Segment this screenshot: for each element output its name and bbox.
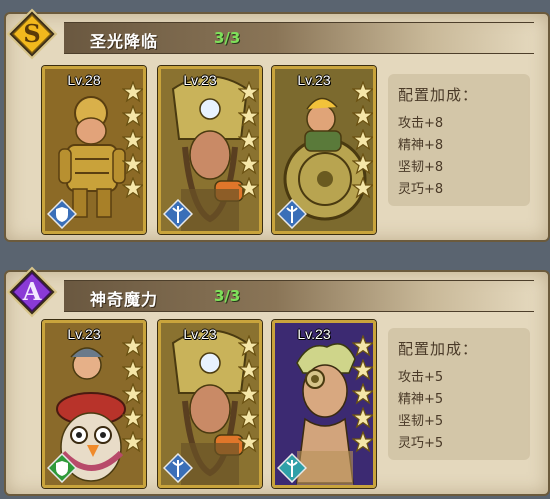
bonus-toughness: 坚韧+5 — [398, 414, 444, 429]
star-icon — [352, 177, 373, 200]
star-icon — [238, 81, 259, 104]
star-icon — [238, 407, 259, 430]
bonus-attack: 攻击+8 — [398, 116, 444, 131]
star-icon — [122, 81, 143, 104]
star-rating — [122, 335, 143, 455]
star-icon — [122, 359, 143, 382]
set-name: 神奇魔力 — [90, 290, 159, 309]
star-icon — [352, 407, 373, 430]
staff-icon — [277, 453, 307, 483]
hero-level: Lv.23 — [297, 326, 331, 342]
star-rating — [352, 335, 373, 455]
star-rating — [352, 81, 373, 201]
hero-level: Lv.23 — [183, 326, 217, 342]
star-icon — [352, 431, 373, 454]
set-bonus-box: 配置加成： 攻击+8 精神+8 坚韧+8 灵巧+8 — [388, 74, 530, 206]
set-bonus-box: 配置加成： 攻击+5 精神+5 坚韧+5 灵巧+5 — [388, 328, 530, 460]
bonus-title: 配置加成： — [398, 86, 479, 104]
star-icon — [238, 431, 259, 454]
star-icon — [238, 335, 259, 358]
bonus-toughness: 坚韧+8 — [398, 160, 444, 175]
hero-card[interactable]: Lv.23 — [42, 320, 146, 488]
star-icon — [352, 153, 373, 176]
star-rating — [238, 81, 259, 201]
star-rating — [238, 335, 259, 455]
star-icon — [122, 383, 143, 406]
star-icon — [122, 335, 143, 358]
rank-s-badge-icon: S — [6, 8, 58, 60]
hero-card[interactable]: Lv.23 — [272, 320, 376, 488]
staff-icon — [163, 453, 193, 483]
star-icon — [122, 431, 143, 454]
star-icon — [122, 105, 143, 128]
star-icon — [122, 153, 143, 176]
hero-level: Lv.23 — [183, 72, 217, 88]
star-icon — [352, 81, 373, 104]
star-icon — [238, 153, 259, 176]
set-header: 圣光降临 3/3 — [64, 22, 534, 54]
hero-card[interactable]: Lv.28 — [42, 66, 146, 234]
set-count: 3/3 — [214, 29, 241, 47]
bonus-agility: 灵巧+5 — [398, 436, 444, 451]
hero-card[interactable]: Lv.23 — [158, 320, 262, 488]
bonus-title: 配置加成： — [398, 340, 479, 358]
staff-icon — [163, 199, 193, 229]
set-header: 神奇魔力 3/3 — [64, 280, 534, 312]
star-icon — [352, 105, 373, 128]
set-panel-holy-light: 圣光降临 3/3 S Lv.28 Lv.23 Lv.23 配置加成： 攻击+8 … — [4, 8, 550, 242]
star-icon — [238, 383, 259, 406]
rank-letter: S — [23, 19, 40, 48]
shield-icon — [47, 199, 77, 229]
star-icon — [238, 129, 259, 152]
set-name: 圣光降临 — [90, 32, 159, 51]
hero-level: Lv.23 — [67, 326, 101, 342]
star-icon — [122, 407, 143, 430]
bonus-attack: 攻击+5 — [398, 370, 444, 385]
bonus-spirit: 精神+8 — [398, 138, 444, 153]
shield-icon — [47, 453, 77, 483]
star-icon — [122, 177, 143, 200]
set-count: 3/3 — [214, 287, 241, 305]
star-icon — [238, 359, 259, 382]
rank-a-badge-icon: A — [6, 266, 58, 318]
star-icon — [352, 129, 373, 152]
bonus-spirit: 精神+5 — [398, 392, 444, 407]
star-icon — [122, 129, 143, 152]
star-icon — [238, 105, 259, 128]
set-panel-magic-power: 神奇魔力 3/3 A Lv.23 Lv.23 Lv.23 配置加成： 攻击+5 … — [4, 266, 550, 496]
star-rating — [122, 81, 143, 201]
star-icon — [352, 383, 373, 406]
hero-level: Lv.28 — [67, 72, 101, 88]
star-icon — [352, 335, 373, 358]
star-icon — [238, 177, 259, 200]
star-icon — [352, 359, 373, 382]
hero-card[interactable]: Lv.23 — [272, 66, 376, 234]
hero-level: Lv.23 — [297, 72, 331, 88]
rank-letter: A — [22, 277, 42, 306]
bonus-agility: 灵巧+8 — [398, 182, 444, 197]
hero-card[interactable]: Lv.23 — [158, 66, 262, 234]
staff-icon — [277, 199, 307, 229]
